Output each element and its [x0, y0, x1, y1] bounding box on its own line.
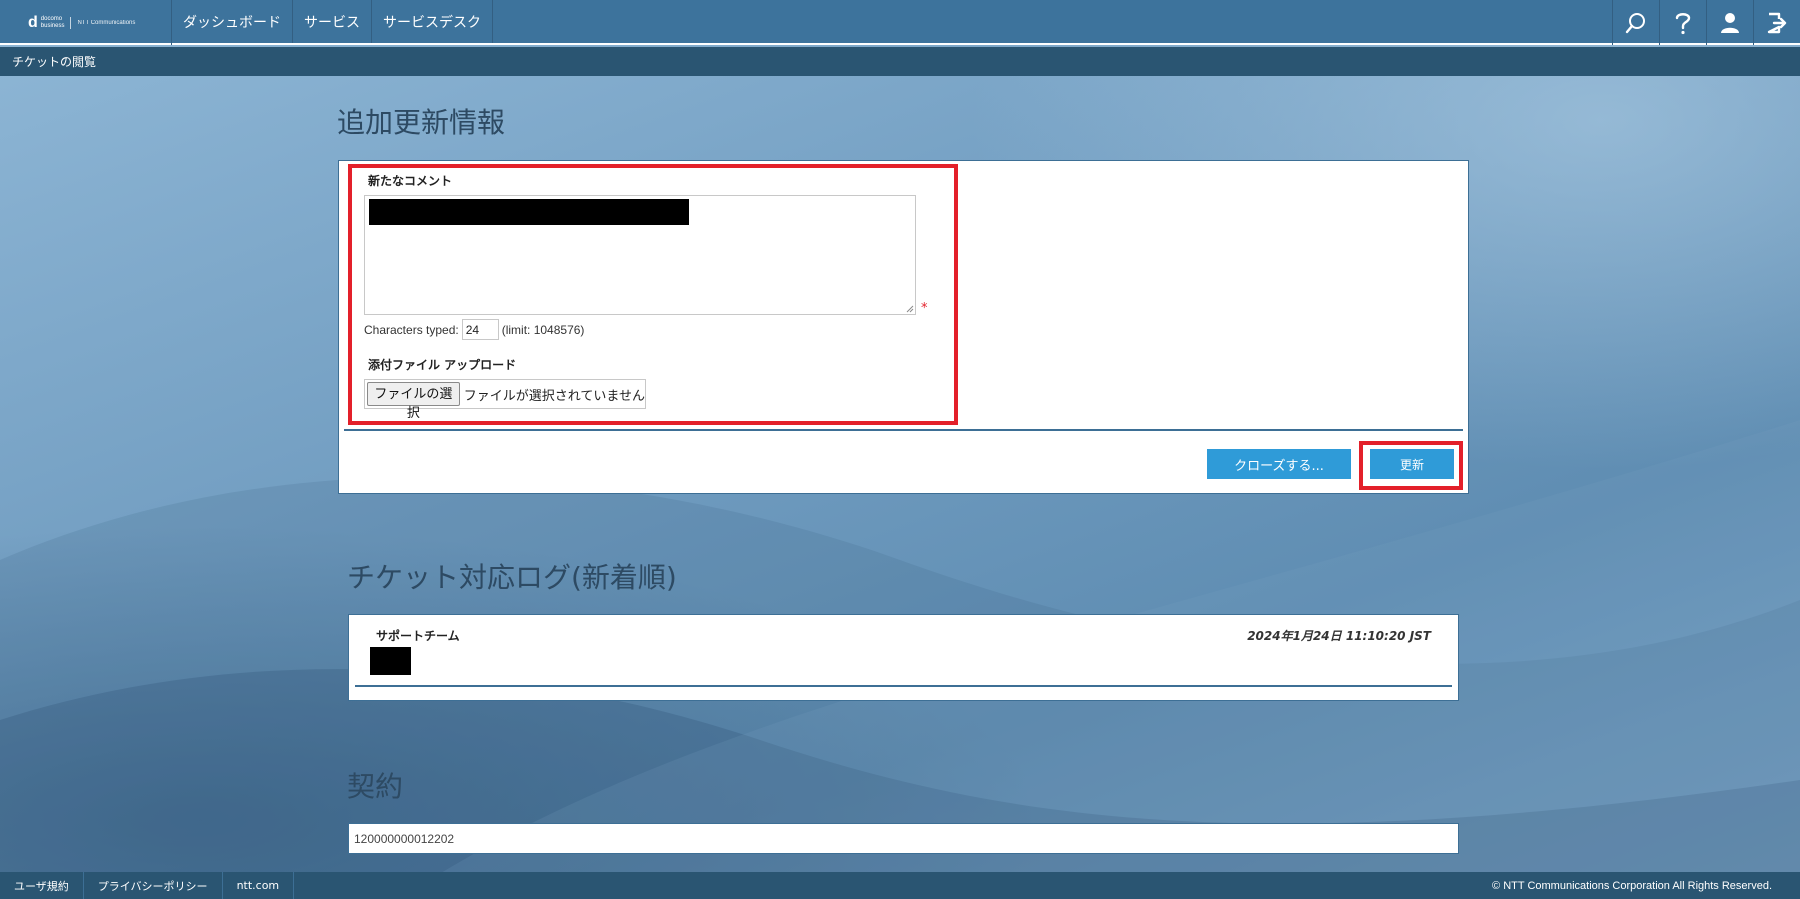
top-navigation-bar: d docomo business NTT Communications ダッシ… [0, 0, 1800, 45]
counter-prefix: Characters typed: [364, 322, 459, 337]
update-button[interactable]: 更新 [1370, 449, 1454, 479]
redacted-log-text [370, 647, 411, 675]
user-button[interactable] [1706, 0, 1753, 45]
update-section-title: 追加更新情報 [337, 106, 506, 139]
character-counter: Characters typed: (limit: 1048576) [364, 319, 584, 340]
logo-line-1: docomo [40, 15, 63, 22]
log-entry-date: 2024年1月24日 11:10:20 JST [1247, 629, 1431, 643]
logout-button[interactable] [1753, 0, 1800, 45]
contract-title: 契約 [347, 770, 404, 803]
update-panel-divider [344, 429, 1463, 431]
file-upload-field: ファイルの選択 ファイルが選択されていません [364, 379, 646, 421]
ticket-log-panel: サポートチーム 2024年1月24日 11:10:20 JST [348, 614, 1459, 701]
footer-link-ntt[interactable]: ntt.com [223, 872, 295, 899]
breadcrumb: チケットの閲覧 [12, 55, 97, 69]
logo-mark: d [28, 13, 38, 31]
comment-label: 新たなコメント [368, 174, 453, 188]
search-button[interactable] [1612, 0, 1659, 45]
redacted-comment-text [369, 199, 689, 225]
counter-limit: (limit: 1048576) [501, 322, 585, 337]
help-button[interactable] [1659, 0, 1706, 45]
header-actions [1612, 0, 1800, 45]
nav-dashboard[interactable]: ダッシュボード [172, 0, 293, 43]
contract-number: 120000000012202 [354, 831, 455, 846]
footer-link-privacy[interactable]: プライバシーポリシー [84, 872, 223, 899]
logo-wordmark: docomo business [41, 16, 65, 30]
logo-line-2: business [40, 22, 65, 29]
log-entry-author: サポートチーム [376, 629, 460, 643]
user-icon [1721, 12, 1739, 33]
breadcrumb-bar: チケットの閲覧 [0, 47, 1800, 76]
choose-file-button[interactable]: ファイルの選択 [367, 382, 460, 421]
nav-services[interactable]: サービス [293, 0, 372, 43]
update-panel: 新たなコメント * Characters typed: (limit: 1048… [338, 160, 1469, 494]
nav-service-desk[interactable]: サービスデスク [372, 0, 493, 43]
comment-textarea[interactable] [364, 195, 916, 315]
ntt-logo-text: NTT Communications [77, 19, 136, 26]
footer-link-terms[interactable]: ユーザ規約 [0, 872, 84, 899]
contract-value-field: 120000000012202 [348, 823, 1459, 854]
required-marker: * [921, 301, 928, 316]
file-status-text: ファイルが選択されていません [463, 388, 645, 404]
help-icon [1675, 12, 1691, 34]
search-icon [1625, 12, 1645, 33]
resize-grip-icon[interactable] [906, 305, 914, 313]
main-nav: ダッシュボード サービス サービスデスク [172, 0, 493, 43]
attachment-label: 添付ファイル アップロード [368, 358, 517, 372]
footer-copyright: © NTT Communications Corporation All Rig… [1492, 879, 1772, 892]
ticket-log-title: チケット対応ログ(新着順) [347, 561, 677, 594]
close-ticket-button[interactable]: クローズする... [1207, 449, 1351, 479]
logo-separator [70, 16, 72, 29]
log-entry-divider [355, 685, 1452, 687]
docomo-business-logo[interactable]: d docomo business NTT Communications [0, 0, 172, 45]
logout-icon [1767, 12, 1787, 33]
footer-bar: ユーザ規約 プライバシーポリシー ntt.com © NTT Communica… [0, 872, 1800, 899]
character-count-field [461, 319, 499, 340]
